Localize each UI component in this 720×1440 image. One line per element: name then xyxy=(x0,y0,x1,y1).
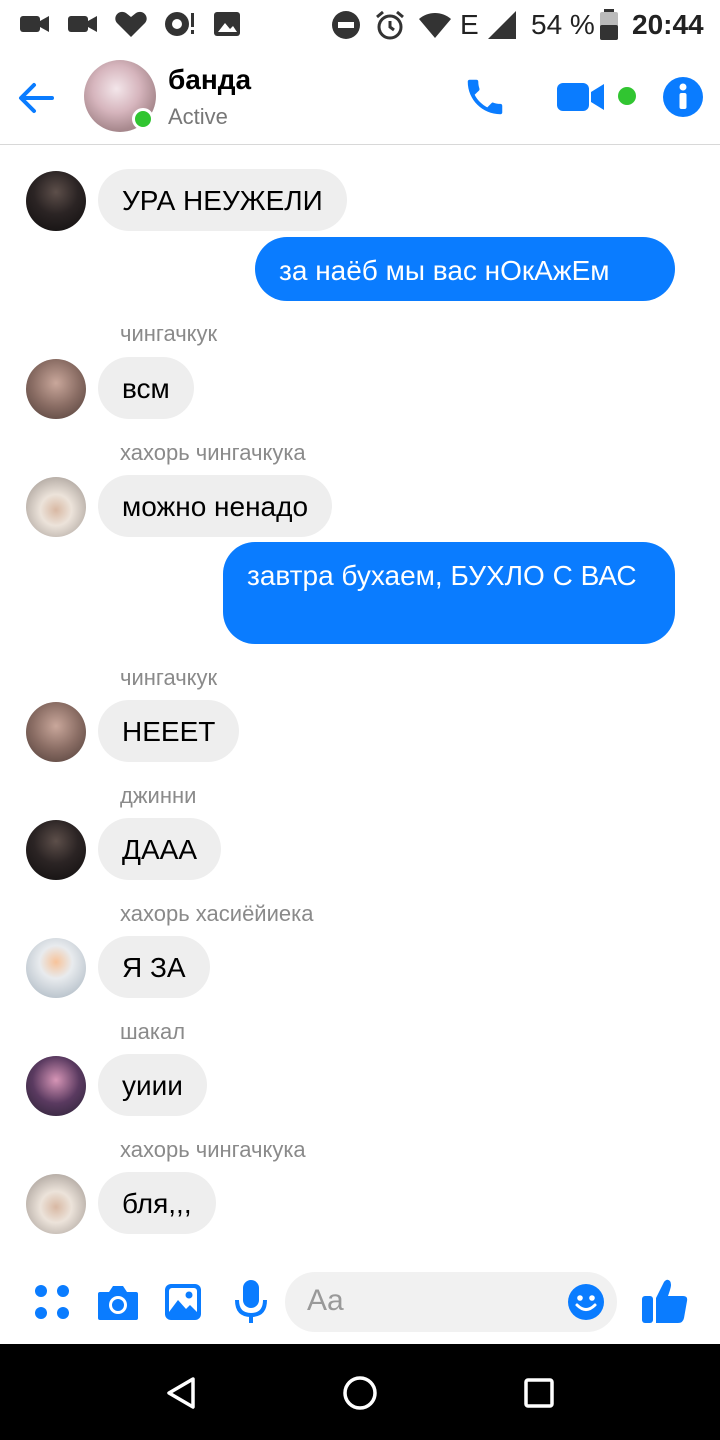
home-nav-icon[interactable] xyxy=(342,1375,378,1411)
recents-nav-icon[interactable] xyxy=(523,1377,555,1409)
video-call-notification-icon xyxy=(68,16,97,32)
alarm-icon xyxy=(376,10,404,40)
incoming-message[interactable]: ДААА xyxy=(98,818,221,880)
sender-name: чингачкук xyxy=(120,665,218,690)
participant-avatar[interactable] xyxy=(26,1174,86,1234)
sender-name: шакал xyxy=(120,1019,186,1044)
participant-avatar[interactable] xyxy=(26,171,86,231)
battery-percent: 54 % xyxy=(531,9,595,40)
back-arrow-icon[interactable] xyxy=(16,78,56,118)
gallery-notification-icon xyxy=(214,12,240,36)
participant-avatar[interactable] xyxy=(26,477,86,537)
participant-avatar[interactable] xyxy=(26,702,86,762)
video-call-icon[interactable] xyxy=(556,80,606,114)
more-apps-icon[interactable] xyxy=(32,1282,72,1322)
clock: 20:44 xyxy=(632,9,704,40)
sender-name: хахорь чингачкука xyxy=(120,440,306,465)
outgoing-message[interactable]: завтра бухаем, БУХЛО С ВАС xyxy=(223,542,675,644)
battery-icon xyxy=(600,9,618,40)
conversation-title[interactable]: банда xyxy=(168,64,251,96)
chat-notification-icon xyxy=(165,12,194,36)
status-bar: E 54 % 20:44 xyxy=(0,0,720,50)
incoming-message[interactable]: Я ЗА xyxy=(98,936,210,998)
incoming-message[interactable]: можно ненадо xyxy=(98,475,333,537)
info-icon[interactable] xyxy=(662,76,704,118)
gallery-icon[interactable] xyxy=(163,1282,203,1322)
participant-avatar[interactable] xyxy=(26,938,86,998)
participant-avatar[interactable] xyxy=(26,1056,86,1116)
conversation-header: банда Active xyxy=(0,50,720,145)
microphone-icon[interactable] xyxy=(232,1278,270,1326)
back-nav-icon[interactable] xyxy=(165,1376,197,1410)
system-navigation-bar xyxy=(0,1344,720,1440)
like-thumbs-up-icon[interactable] xyxy=(640,1276,690,1326)
message-input[interactable]: Aa xyxy=(285,1272,617,1332)
incoming-message[interactable]: всм xyxy=(98,357,194,419)
signal-icon xyxy=(488,11,516,39)
sender-name: джинни xyxy=(120,783,197,808)
online-indicator xyxy=(132,108,154,130)
participant-avatar[interactable] xyxy=(26,820,86,880)
message-input-placeholder: Aa xyxy=(307,1284,344,1317)
do-not-disturb-icon xyxy=(332,11,360,39)
incoming-message[interactable]: УРА НЕУЖЕЛИ xyxy=(98,169,347,231)
phone-icon[interactable] xyxy=(462,74,508,120)
sender-name: хахорь чингачкука xyxy=(120,1137,306,1162)
outgoing-message[interactable]: за наёб мы вас нОкАжЕм xyxy=(255,237,675,301)
incoming-message[interactable]: бля,,, xyxy=(98,1172,216,1234)
emoji-icon[interactable] xyxy=(567,1283,605,1321)
heart-icon xyxy=(115,11,147,37)
video-call-notification-icon xyxy=(20,16,49,32)
incoming-message[interactable]: уиии xyxy=(98,1054,207,1116)
participant-avatar[interactable] xyxy=(26,359,86,419)
incoming-message[interactable]: НЕЕЕТ xyxy=(98,700,240,762)
wifi-icon xyxy=(419,13,451,38)
video-active-dot xyxy=(618,87,636,105)
message-composer: Aa xyxy=(0,1262,720,1344)
sender-name: хахорь хасиёйиека xyxy=(120,901,314,926)
active-status: Active xyxy=(168,104,228,129)
network-type-label: E xyxy=(460,9,479,40)
sender-name: чингачкук xyxy=(120,321,218,346)
camera-icon[interactable] xyxy=(96,1282,140,1322)
